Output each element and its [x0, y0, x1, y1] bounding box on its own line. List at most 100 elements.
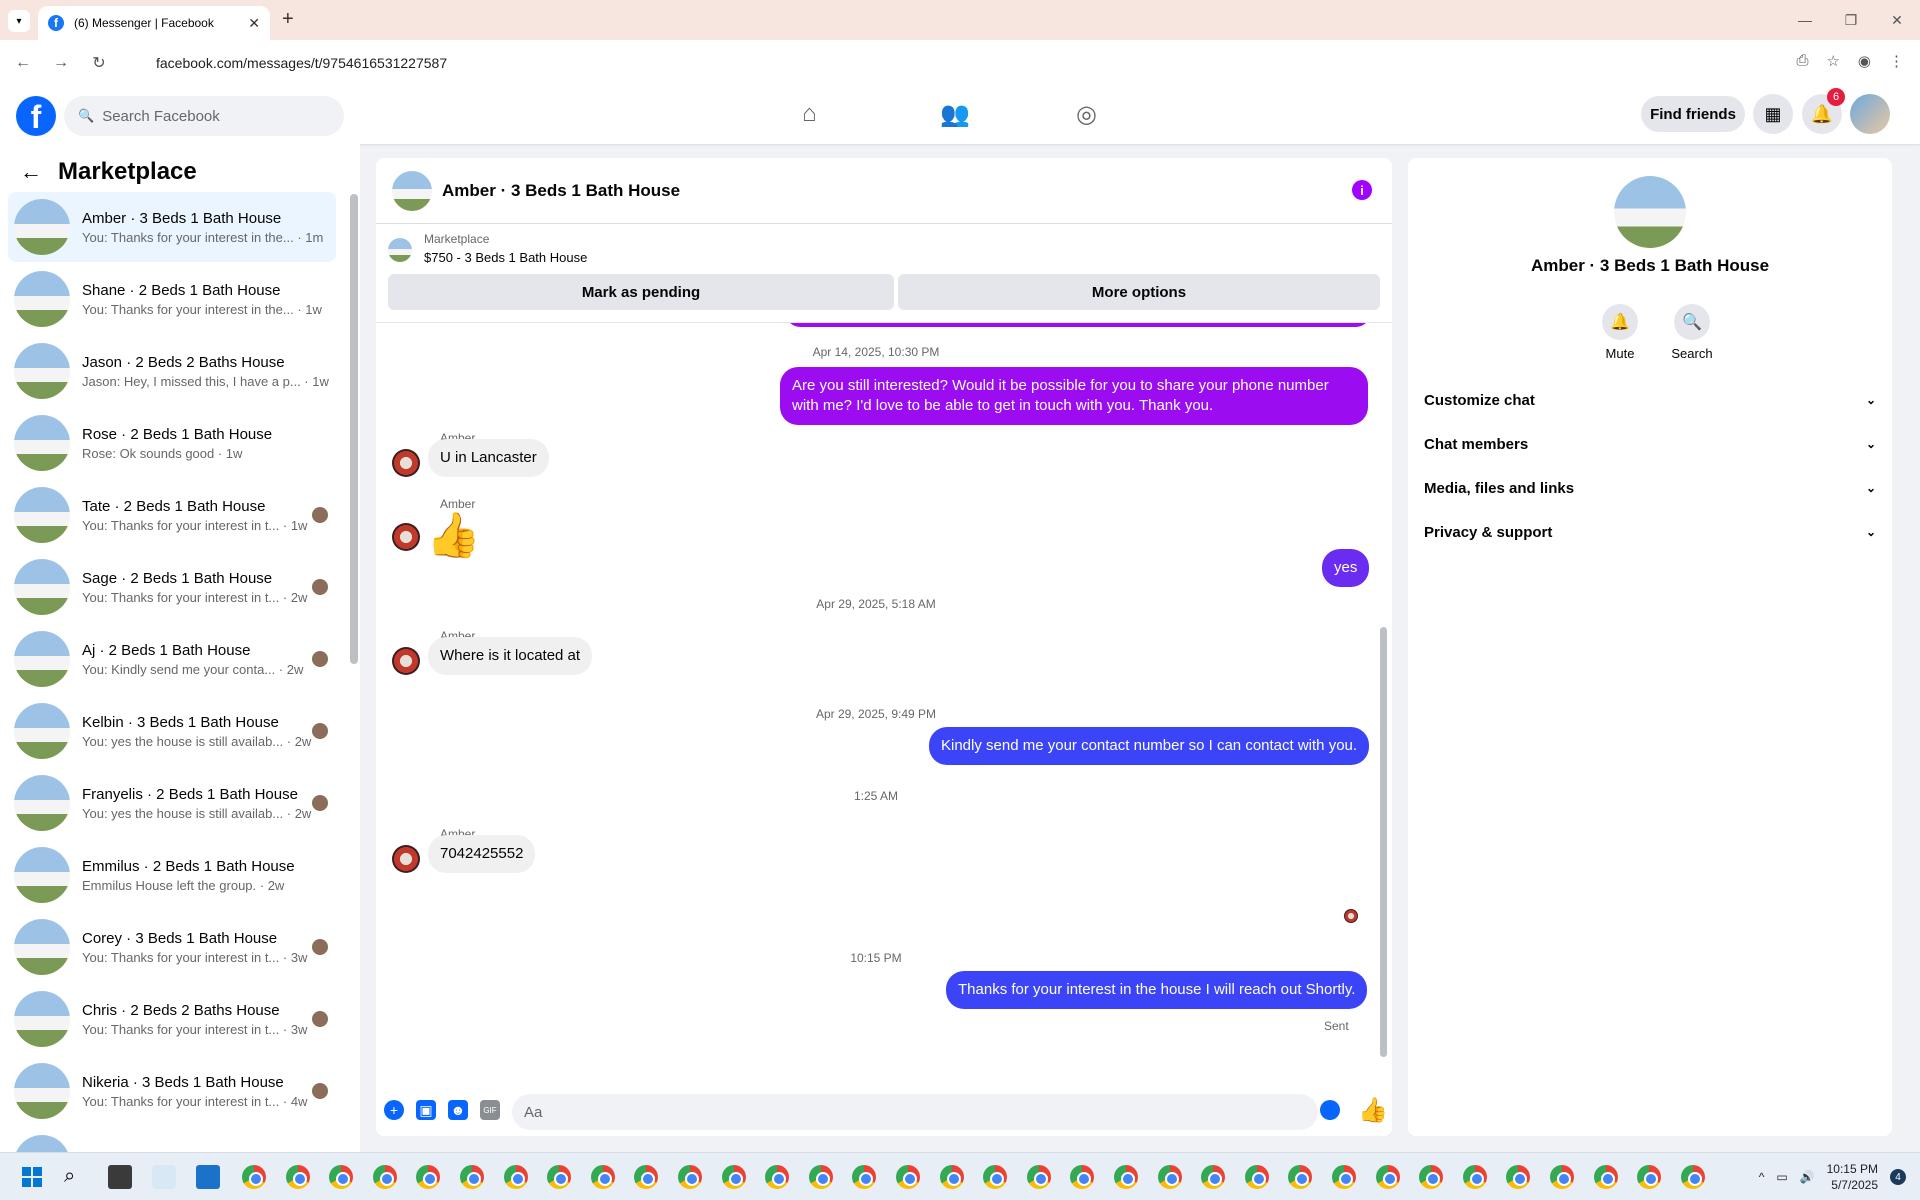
- chrome-app-icon[interactable]: [852, 1165, 877, 1189]
- chrome-app-icon[interactable]: [372, 1165, 397, 1189]
- install-app-icon[interactable]: ⎙: [1796, 52, 1808, 70]
- chrome-app-icon[interactable]: [1332, 1165, 1356, 1189]
- snipping-tool-icon[interactable]: [152, 1165, 176, 1189]
- close-window-icon[interactable]: ✕: [1874, 0, 1920, 40]
- scrollbar-thumb[interactable]: [350, 194, 358, 664]
- thumbs-up-sticker-icon[interactable]: 👍: [426, 509, 481, 561]
- chrome-app-icon[interactable]: [285, 1165, 310, 1189]
- listing-thumbnail[interactable]: [388, 238, 412, 262]
- menu-kebab-icon[interactable]: ⋮: [1889, 52, 1904, 70]
- conversation-item[interactable]: Corey · 3 Beds 1 Bath House You: Thanks f…: [8, 912, 336, 982]
- conversation-item[interactable]: Rose · 2 Beds 1 Bath House Rose: Ok sound…: [8, 408, 336, 478]
- chrome-app-icon[interactable]: [416, 1165, 441, 1189]
- privacy-support-item[interactable]: Privacy & support ⌄: [1424, 512, 1876, 552]
- chrome-app-icon[interactable]: [1506, 1165, 1531, 1189]
- chrome-app-icon[interactable]: [983, 1165, 1008, 1189]
- chrome-app-icon[interactable]: [590, 1165, 615, 1189]
- url-input[interactable]: facebook.com/messages/t/9754616531227587: [122, 46, 1832, 80]
- clock[interactable]: 10:15 PM 5/7/2025: [1827, 1161, 1878, 1193]
- task-view-icon[interactable]: [108, 1165, 132, 1189]
- chrome-app-icon[interactable]: [1419, 1165, 1444, 1189]
- network-icon[interactable]: ▭: [1776, 1170, 1787, 1184]
- chrome-app-icon[interactable]: [678, 1165, 702, 1189]
- info-icon[interactable]: i: [1352, 180, 1372, 200]
- chrome-app-icon[interactable]: [503, 1165, 528, 1189]
- chrome-app-icon[interactable]: [1288, 1165, 1313, 1189]
- chrome-app-icon[interactable]: [1550, 1165, 1574, 1189]
- sender-avatar[interactable]: [392, 647, 420, 675]
- outgoing-message[interactable]: Kindly send me your contact number so I …: [929, 727, 1370, 765]
- chrome-app-icon[interactable]: [242, 1165, 266, 1189]
- conversation-item[interactable]: Chris · 2 Beds 2 Baths House You: Thanks …: [8, 984, 336, 1054]
- sender-avatar[interactable]: [392, 523, 420, 551]
- chrome-app-icon[interactable]: [547, 1165, 572, 1189]
- forward-icon[interactable]: →: [46, 54, 76, 72]
- chrome-app-icon[interactable]: [634, 1165, 659, 1189]
- taskbar-search-icon[interactable]: ⌕: [64, 1165, 88, 1189]
- search-conversation-button[interactable]: 🔍 Search: [1662, 304, 1722, 361]
- chat-title[interactable]: Amber · 3 Beds 1 Bath House: [442, 181, 680, 201]
- tray-chevron-icon[interactable]: ^: [1759, 1170, 1765, 1184]
- sticker-icon[interactable]: ☻: [448, 1100, 468, 1120]
- chrome-app-icon[interactable]: [939, 1165, 964, 1189]
- home-icon[interactable]: ⌂: [802, 100, 817, 128]
- close-tab-icon[interactable]: ✕: [248, 15, 260, 32]
- groups-icon[interactable]: ◎: [1076, 100, 1097, 129]
- back-icon[interactable]: ←: [8, 54, 38, 72]
- restore-icon[interactable]: ❐: [1828, 0, 1874, 40]
- incoming-message[interactable]: 7042425552: [428, 835, 536, 873]
- conversation-item[interactable]: Shane · 2 Beds 1 Bath House You: Thanks f…: [8, 264, 336, 334]
- conversation-item[interactable]: Tate · 2 Beds 1 Bath House You: Thanks fo…: [8, 480, 336, 550]
- scrollbar-thumb[interactable]: [1380, 627, 1387, 1057]
- facebook-logo-icon[interactable]: f: [16, 96, 56, 136]
- minimize-icon[interactable]: —: [1782, 0, 1828, 40]
- conversation-item[interactable]: Amber · 3 Beds 1 Bath House You: Thanks f…: [8, 192, 336, 262]
- chrome-app-icon[interactable]: [329, 1165, 354, 1189]
- like-icon[interactable]: 👍: [1358, 1096, 1388, 1125]
- find-friends-button[interactable]: Find friends: [1641, 96, 1745, 132]
- chrome-app-icon[interactable]: [765, 1165, 790, 1189]
- conversation-item[interactable]: Aj · 2 Beds 1 Bath House You: Kindly send…: [8, 624, 336, 694]
- chrome-app-icon[interactable]: [721, 1165, 746, 1189]
- browser-tab[interactable]: f (6) Messenger | Facebook ✕: [38, 6, 270, 40]
- reload-icon[interactable]: ↻: [84, 53, 114, 73]
- chrome-app-icon[interactable]: [1375, 1165, 1400, 1189]
- conversation-item[interactable]: Kelbin · 3 Beds 1 Bath House You: yes the…: [8, 696, 336, 766]
- chrome-app-icon[interactable]: [1157, 1165, 1182, 1189]
- new-tab-button[interactable]: +: [282, 8, 294, 31]
- outgoing-message[interactable]: yes: [1322, 549, 1370, 587]
- account-avatar[interactable]: [1850, 94, 1890, 134]
- outgoing-message[interactable]: Thanks for your interest in the house I …: [946, 971, 1368, 1009]
- message-input[interactable]: Aa: [512, 1094, 1318, 1130]
- chrome-app-icon[interactable]: [808, 1165, 833, 1189]
- search-input[interactable]: 🔍 Search Facebook: [64, 96, 344, 136]
- sender-avatar[interactable]: [392, 449, 420, 477]
- conversation-item[interactable]: Jason · 2 Beds 2 Baths House Jason: Hey, …: [8, 336, 336, 406]
- media-files-links-item[interactable]: Media, files and links ⌄: [1424, 468, 1876, 508]
- friends-icon[interactable]: 👥: [940, 100, 970, 129]
- chat-scrollbar[interactable]: [1378, 327, 1388, 1067]
- chrome-app-icon[interactable]: [1201, 1165, 1226, 1189]
- incoming-message[interactable]: Where is it located at: [428, 637, 593, 675]
- mark-as-pending-button[interactable]: Mark as pending: [388, 274, 894, 310]
- profile-icon[interactable]: ◉: [1858, 52, 1871, 70]
- chrome-app-icon[interactable]: [1680, 1165, 1705, 1189]
- customize-chat-item[interactable]: Customize chat ⌄: [1424, 380, 1876, 420]
- conversation-item[interactable]: Emmilus · 2 Beds 1 Bath House Emmilus Hou…: [8, 840, 336, 910]
- conversation-item[interactable]: Sage · 2 Beds 1 Bath House You: Thanks fo…: [8, 552, 336, 622]
- conversation-item[interactable]: Nikeria · 3 Beds 1 Bath House You: Thanks…: [8, 1056, 336, 1126]
- chat-members-item[interactable]: Chat members ⌄: [1424, 424, 1876, 464]
- mute-button[interactable]: 🔔 Mute: [1590, 304, 1650, 361]
- bookmark-star-icon[interactable]: ☆: [1826, 52, 1839, 70]
- chrome-app-icon[interactable]: [1637, 1165, 1662, 1189]
- more-options-button[interactable]: More options: [898, 274, 1380, 310]
- volume-icon[interactable]: 🔊: [1800, 1170, 1815, 1184]
- back-arrow-icon[interactable]: ←: [20, 159, 42, 185]
- outgoing-message[interactable]: Are you still interested? Would it be po…: [780, 367, 1368, 425]
- sender-avatar[interactable]: [392, 845, 420, 873]
- chrome-app-icon[interactable]: [1026, 1165, 1051, 1189]
- tab-list-button[interactable]: ▾: [8, 10, 30, 32]
- left-scrollbar[interactable]: [350, 184, 358, 684]
- emoji-icon[interactable]: [1320, 1100, 1340, 1120]
- photo-icon[interactable]: ▣: [416, 1100, 436, 1120]
